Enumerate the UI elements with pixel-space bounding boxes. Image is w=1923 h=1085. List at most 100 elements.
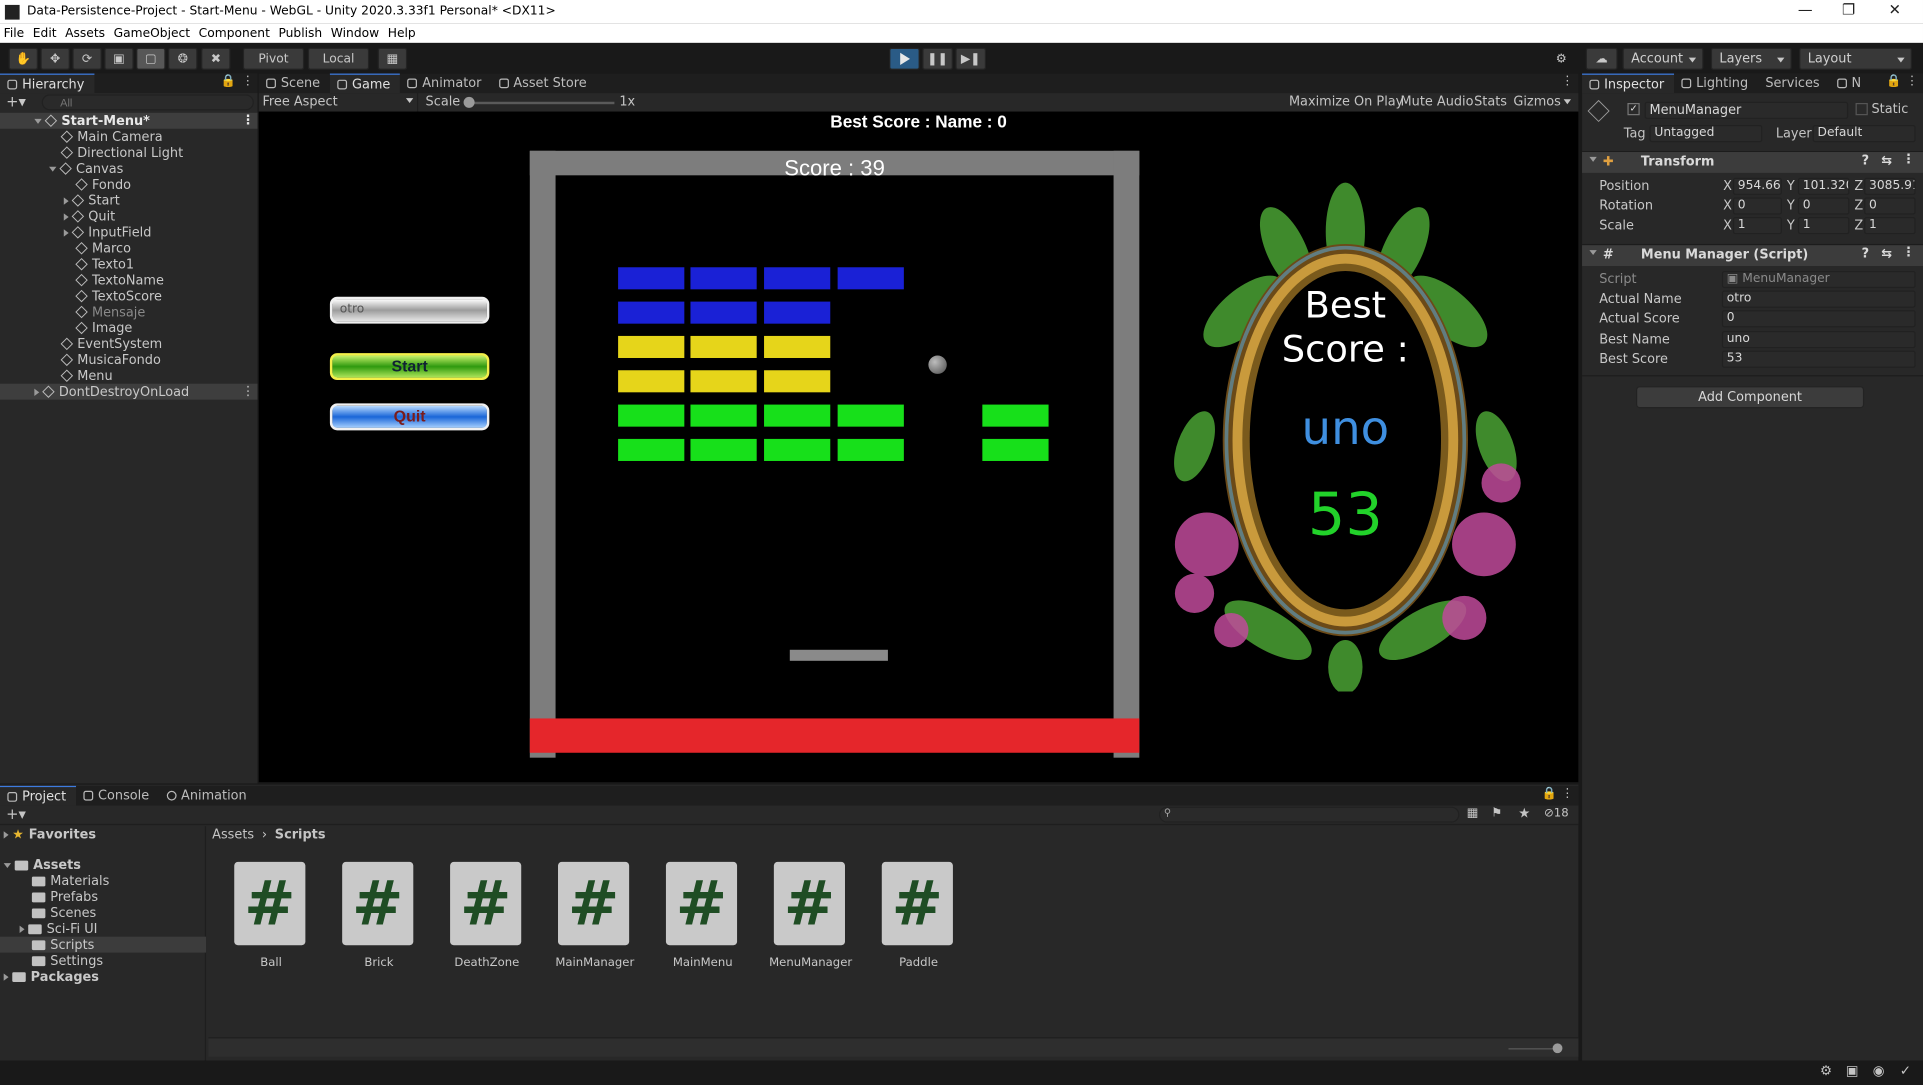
maximize-on-play-toggle[interactable]: Maximize On Play <box>1289 94 1403 109</box>
hierarchy-item-main-camera[interactable]: Main Camera <box>0 129 258 145</box>
hierarchy-item-musicafondo[interactable]: MusicaFondo <box>0 352 258 368</box>
progress-icon[interactable]: ◉ <box>1873 1063 1885 1079</box>
add-icon[interactable]: +▾ <box>6 93 26 110</box>
static-checkbox[interactable] <box>1855 102 1868 116</box>
tree-folder-prefabs[interactable]: Prefabs <box>0 889 206 905</box>
hierarchy-item-quit[interactable]: Quit <box>0 208 258 224</box>
tab-inspector[interactable]: Inspector <box>1582 73 1675 94</box>
scale-tool-icon[interactable]: ▣ <box>104 47 134 70</box>
account-dropdown[interactable]: Account <box>1622 47 1704 70</box>
tab-hierarchy[interactable]: Hierarchy <box>0 73 95 94</box>
layout-dropdown[interactable]: Layout <box>1799 47 1912 70</box>
filter-by-label-icon[interactable]: ⚑ <box>1491 807 1502 820</box>
local-toggle[interactable]: Local <box>307 47 370 70</box>
tree-folder-settings[interactable]: Settings <box>0 953 206 969</box>
hierarchy-item-canvas[interactable]: Canvas <box>0 161 258 177</box>
tab-animation[interactable]: Animation <box>159 786 257 806</box>
preset-icon[interactable]: ⇆ <box>1881 153 1892 168</box>
menu-edit[interactable]: Edit <box>33 26 57 39</box>
preset-icon[interactable]: ⇆ <box>1881 246 1892 261</box>
script-asset-mainmenu[interactable]: # <box>665 861 740 948</box>
tree-folder-scripts[interactable]: Scripts <box>0 936 207 953</box>
rotation-x-field[interactable]: 0 <box>1732 197 1782 215</box>
cache-icon[interactable]: ▣ <box>1846 1063 1859 1079</box>
kebab-menu-icon[interactable]: ⋮ <box>242 384 255 399</box>
actual-score-field[interactable]: 0 <box>1721 310 1916 328</box>
tree-favorites[interactable]: ★ Favorites <box>0 826 206 842</box>
debug-icon[interactable]: ⚙ <box>1820 1063 1832 1079</box>
menu-window[interactable]: Window <box>331 26 379 39</box>
hierarchy-scene-start-menu[interactable]: Start-Menu* ⋮ <box>0 112 258 129</box>
scale-slider-handle[interactable] <box>463 96 475 108</box>
tree-folder-scenes[interactable]: Scenes <box>0 905 206 921</box>
scale-z-field[interactable]: 1 <box>1864 217 1916 235</box>
scale-x-field[interactable]: 1 <box>1732 217 1782 235</box>
quit-button[interactable]: Quit <box>329 403 490 431</box>
grid-snap-icon[interactable]: ▦ <box>377 47 408 70</box>
kebab-menu-icon[interactable]: ⋮ <box>242 113 255 128</box>
rotate-tool-icon[interactable]: ⟳ <box>72 47 102 70</box>
collab-icon[interactable]: ⚙ <box>1548 48 1575 70</box>
pause-button[interactable]: ❚❚ <box>922 47 953 70</box>
add-icon[interactable]: +▾ <box>6 805 26 822</box>
kebab-menu-icon[interactable]: ⋮ <box>1561 787 1573 800</box>
gizmos-toggle[interactable]: Gizmos <box>1513 94 1560 109</box>
tab-lighting[interactable]: Lighting <box>1674 74 1758 94</box>
script-asset-paddle[interactable]: # <box>881 861 956 948</box>
kebab-menu-icon[interactable]: ⋮ <box>242 75 254 88</box>
hidden-packages-count[interactable]: ⊘18 <box>1544 807 1569 820</box>
hierarchy-item-directional-light[interactable]: Directional Light <box>0 145 258 161</box>
layer-dropdown[interactable]: Default <box>1812 125 1916 143</box>
rotation-y-field[interactable]: 0 <box>1797 197 1850 215</box>
menu-assets[interactable]: Assets <box>65 26 105 39</box>
position-z-field[interactable]: 3085.91 <box>1864 177 1916 195</box>
best-score-field[interactable]: 53 <box>1721 350 1916 368</box>
tab-game[interactable]: Game <box>329 73 401 94</box>
minimize-icon[interactable]: — <box>1798 1 1813 18</box>
script-asset-mainmanager[interactable]: # <box>558 861 632 948</box>
layers-dropdown[interactable]: Layers <box>1710 47 1792 70</box>
play-button[interactable] <box>889 47 920 70</box>
position-y-field[interactable]: 101.320 <box>1797 177 1850 195</box>
kebab-menu-icon[interactable]: ⋮ <box>1902 152 1915 167</box>
hierarchy-item-textoname[interactable]: TextoName <box>0 272 258 288</box>
hierarchy-item-image[interactable]: Image <box>0 320 258 336</box>
tab-services[interactable]: Services <box>1758 74 1829 94</box>
zoom-slider[interactable] <box>1508 1048 1558 1050</box>
tag-dropdown[interactable]: Untagged <box>1649 125 1763 143</box>
breadcrumb-assets[interactable]: Assets <box>212 828 254 843</box>
step-button[interactable]: ▶❚ <box>955 47 987 70</box>
transform-header[interactable]: ✚ Transform ? ⇆ ⋮ <box>1582 150 1923 173</box>
help-icon[interactable]: ? <box>1862 153 1869 168</box>
hierarchy-search-input[interactable] <box>41 94 254 111</box>
hierarchy-item-start[interactable]: Start <box>0 192 258 208</box>
tab-navigation[interactable]: N <box>1829 74 1871 94</box>
menu-file[interactable]: File <box>4 26 25 39</box>
scale-y-field[interactable]: 1 <box>1797 217 1850 235</box>
kebab-menu-icon[interactable]: ⋮ <box>1561 75 1573 88</box>
breadcrumb-scripts[interactable]: Scripts <box>275 828 326 843</box>
pivot-toggle[interactable]: Pivot <box>242 47 305 70</box>
maximize-icon[interactable]: ❐ <box>1842 1 1855 18</box>
script-asset-brick[interactable]: # <box>342 861 416 948</box>
tab-animator[interactable]: Animator <box>400 74 491 94</box>
tree-packages[interactable]: Packages <box>0 969 206 985</box>
menu-gameobject[interactable]: GameObject <box>114 26 190 39</box>
mute-audio-toggle[interactable]: Mute Audio <box>1401 94 1474 109</box>
aspect-dropdown[interactable]: Free Aspect <box>259 93 419 112</box>
custom-tool-icon[interactable]: ✖ <box>201 47 231 70</box>
chevron-down-icon[interactable] <box>1563 99 1572 105</box>
rect-tool-icon[interactable]: ▢ <box>136 47 166 70</box>
position-x-field[interactable]: 954.663 <box>1732 177 1782 195</box>
name-input[interactable]: otro <box>329 296 490 324</box>
hierarchy-scene-dontdestroyonload[interactable]: DontDestroyOnLoad ⋮ <box>0 383 258 400</box>
filter-by-type-icon[interactable]: ▦ <box>1467 807 1479 820</box>
project-search-input[interactable]: ⚲ <box>1158 806 1460 823</box>
lock-icon[interactable]: 🔒 <box>1886 75 1901 88</box>
menu-component[interactable]: Component <box>199 26 270 39</box>
cloud-icon[interactable]: ☁ <box>1585 47 1618 70</box>
hierarchy-item-inputfield[interactable]: InputField <box>0 224 258 240</box>
tab-console[interactable]: Console <box>76 786 159 806</box>
object-name-field[interactable]: MenuManager <box>1644 101 1849 119</box>
hierarchy-item-textoscore[interactable]: TextoScore <box>0 288 258 304</box>
